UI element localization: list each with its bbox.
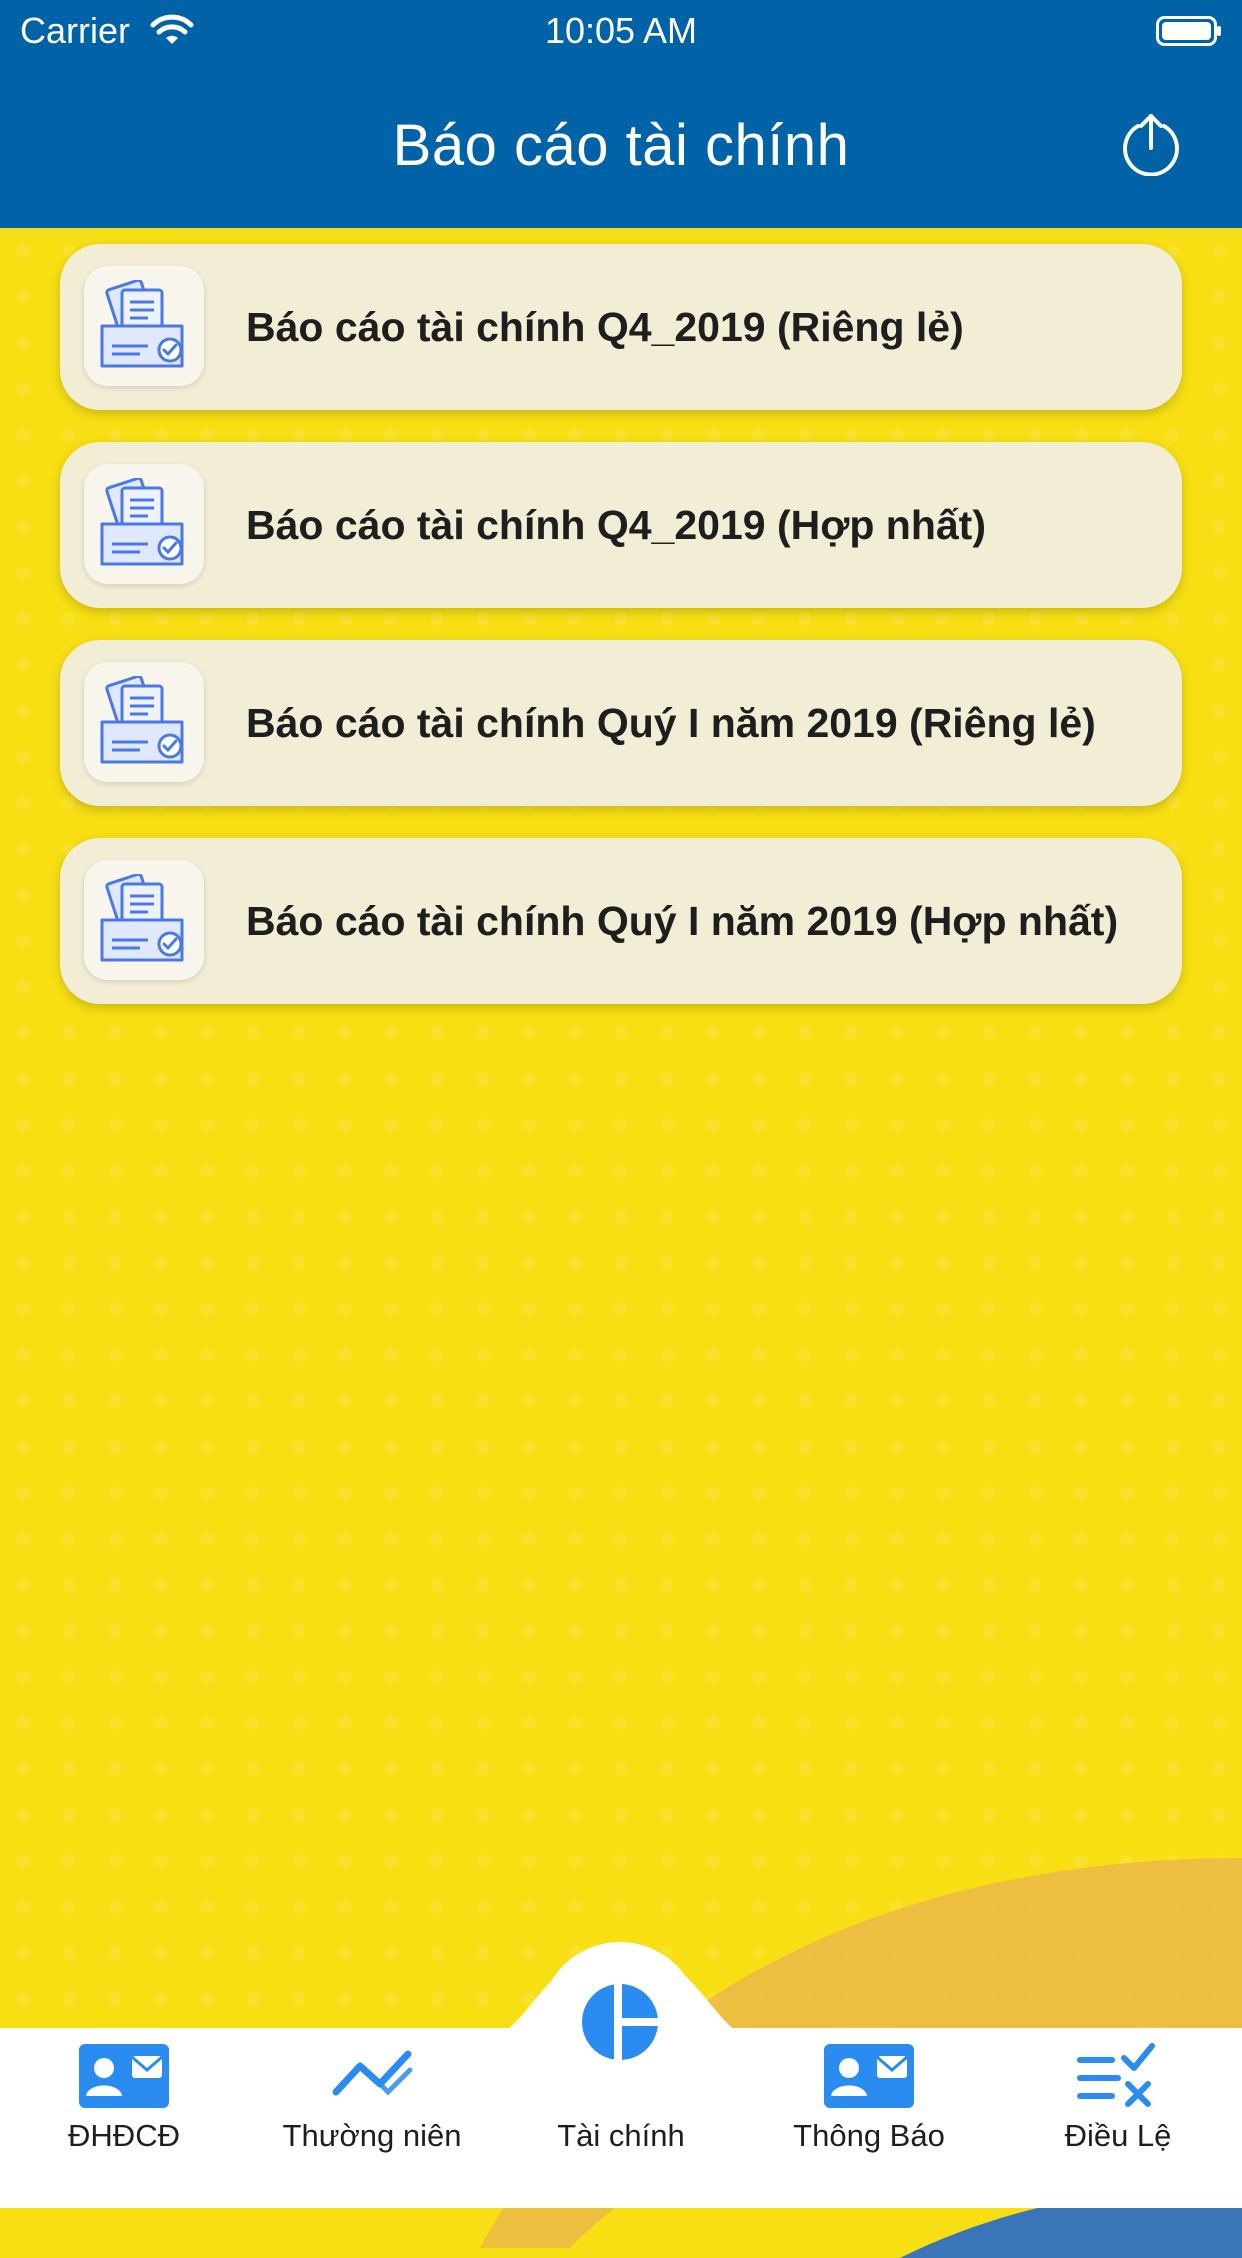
tab-label: Thường niên xyxy=(282,2118,462,2153)
tab-dhdcd[interactable]: ĐHĐCĐ xyxy=(0,2040,248,2180)
contact-card-icon xyxy=(79,2044,169,2108)
document-files-icon xyxy=(84,662,204,782)
report-title: Báo cáo tài chính Quý I năm 2019 (Hợp nh… xyxy=(246,898,1119,944)
tab-dieu-le[interactable]: Điều Lệ xyxy=(994,2040,1242,2180)
tab-thuong-nien[interactable]: Thường niên xyxy=(248,2040,496,2180)
tab-label: Thông Báo xyxy=(793,2118,945,2153)
report-item-3[interactable]: Báo cáo tài chính Quý I năm 2019 (Hợp nh… xyxy=(60,838,1182,1004)
share-upload-icon[interactable] xyxy=(1118,110,1184,176)
battery-icon xyxy=(1156,16,1221,46)
document-files-icon xyxy=(84,464,204,584)
report-list: Báo cáo tài chính Q4_2019 (Riêng lẻ) Báo… xyxy=(60,244,1182,1036)
checklist-icon xyxy=(1077,2043,1155,2107)
tab-label: ĐHĐCĐ xyxy=(68,2118,180,2153)
clock: 10:05 AM xyxy=(544,10,698,51)
report-title: Báo cáo tài chính Q4_2019 (Hợp nhất) xyxy=(246,502,986,548)
tab-tai-chinh[interactable]: Tài chính xyxy=(497,2040,745,2180)
contact-card-icon xyxy=(824,2044,914,2108)
report-item-2[interactable]: Báo cáo tài chính Quý I năm 2019 (Riêng … xyxy=(60,640,1182,806)
nav-bar: Báo cáo tài chính xyxy=(0,62,1242,228)
page-title: Báo cáo tài chính xyxy=(392,113,850,178)
trend-chart-icon xyxy=(332,2050,413,2096)
tab-label: Điều Lệ xyxy=(1064,2118,1172,2153)
tab-thong-bao[interactable]: Thông Báo xyxy=(745,2040,993,2180)
tab-label: Tài chính xyxy=(557,2118,685,2153)
document-files-icon xyxy=(84,266,204,386)
report-item-0[interactable]: Báo cáo tài chính Q4_2019 (Riêng lẻ) xyxy=(60,244,1182,410)
status-bar: Carrier 10:05 AM xyxy=(0,0,1242,62)
document-files-icon xyxy=(84,860,204,980)
report-title: Báo cáo tài chính Quý I năm 2019 (Riêng … xyxy=(246,700,1096,746)
report-title: Báo cáo tài chính Q4_2019 (Riêng lẻ) xyxy=(246,304,964,350)
report-item-1[interactable]: Báo cáo tài chính Q4_2019 (Hợp nhất) xyxy=(60,442,1182,608)
